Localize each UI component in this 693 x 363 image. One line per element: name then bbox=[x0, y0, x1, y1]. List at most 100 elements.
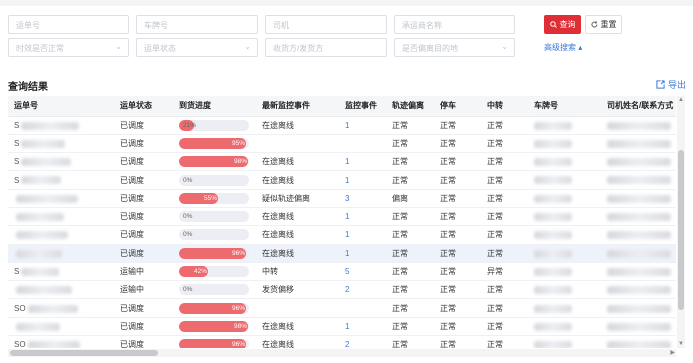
event-count-cell[interactable]: 1 bbox=[339, 207, 386, 227]
waybill-cell bbox=[8, 207, 114, 227]
event-count-cell[interactable]: 3 bbox=[339, 189, 386, 208]
plate-cell bbox=[528, 116, 601, 135]
redacted-text bbox=[534, 286, 572, 295]
progress-label: 96% bbox=[232, 341, 246, 348]
transfer-cell: 正常 bbox=[481, 189, 528, 208]
vertical-scrollbar[interactable]: ▲ ▼ bbox=[677, 96, 685, 348]
event-count-cell[interactable] bbox=[339, 134, 386, 154]
transfer-cell: 正常 bbox=[481, 280, 528, 300]
event-count-cell[interactable]: 1 bbox=[339, 170, 386, 190]
carrier-input[interactable]: 承运商名称 bbox=[394, 15, 515, 34]
event-count-cell[interactable]: 2 bbox=[339, 335, 386, 348]
parking-cell: 正常 bbox=[434, 335, 481, 348]
reset-button[interactable]: 重置 bbox=[585, 15, 622, 34]
event-count-cell[interactable] bbox=[339, 298, 386, 318]
plate-input[interactable]: 车牌号 bbox=[136, 15, 258, 34]
latest-event-cell: 发货偏移 bbox=[256, 280, 339, 300]
redacted-text bbox=[607, 158, 671, 167]
table-row[interactable]: S 已调度 21% 在途离线 1 正常 正常 正常 bbox=[8, 116, 676, 135]
table-row[interactable]: 已调度 55% 疑似轨迹偏离 3 偏离 正常 正常 bbox=[8, 189, 676, 208]
search-icon bbox=[549, 21, 557, 28]
redacted-text bbox=[16, 322, 60, 331]
deviation-cell: 正常 bbox=[386, 116, 434, 135]
event-count-cell[interactable]: 2 bbox=[339, 280, 386, 300]
scroll-up-icon[interactable]: ▲ bbox=[678, 97, 684, 103]
progress-cell: 96% bbox=[173, 244, 256, 263]
progress-bar: 96% bbox=[179, 247, 249, 259]
redacted-text bbox=[16, 286, 72, 295]
deviation-select[interactable]: 是否偏离目的地 ⌄ bbox=[394, 38, 515, 57]
table-row[interactable]: 已调度 0% 在途离线 1 正常 正常 正常 bbox=[8, 207, 676, 227]
waybill-cell: S bbox=[8, 170, 114, 190]
table-row[interactable]: SO 已调度 96% 在途离线 2 正常 正常 正常 bbox=[8, 335, 676, 348]
progress-cell: 98% bbox=[173, 152, 256, 172]
transfer-cell: 正常 bbox=[481, 225, 528, 245]
table-row[interactable]: S 已调度 95% 正常 正常 正常 bbox=[8, 134, 676, 154]
progress-cell: 21% bbox=[173, 116, 256, 135]
table-row[interactable]: S 运输中 42% 中转 5 正常 正常 异常 bbox=[8, 262, 676, 282]
driver-cell bbox=[601, 152, 676, 172]
advanced-search-link[interactable]: 高级搜索 ▴ bbox=[544, 42, 582, 53]
status-cell: 已调度 bbox=[114, 335, 173, 348]
status-select[interactable]: 运单状态 ⌄ bbox=[136, 38, 258, 57]
col-deviation: 轨迹偏离 bbox=[386, 96, 434, 117]
scroll-right-icon[interactable]: ▶ bbox=[670, 349, 675, 356]
redacted-text bbox=[534, 267, 572, 276]
latest-event-cell: 在途离线 bbox=[256, 244, 339, 263]
chevron-down-icon: ⌄ bbox=[501, 42, 508, 51]
progress-label: 0% bbox=[183, 213, 193, 221]
driver-cell bbox=[601, 170, 676, 190]
plate-cell bbox=[528, 335, 601, 348]
timeliness-select[interactable]: 时效是否正常 ⌄ bbox=[8, 38, 129, 57]
event-count-cell[interactable]: 1 bbox=[339, 244, 386, 263]
waybill-cell: S bbox=[8, 262, 114, 282]
export-icon bbox=[656, 80, 665, 89]
latest-event-cell bbox=[256, 298, 339, 318]
event-count-cell[interactable]: 1 bbox=[339, 116, 386, 135]
table-row[interactable]: S 已调度 98% 在途离线 1 正常 正常 正常 bbox=[8, 152, 676, 172]
col-waybill: 运单号 bbox=[8, 96, 114, 117]
redacted-text bbox=[534, 176, 572, 185]
scroll-thumb[interactable] bbox=[10, 350, 158, 356]
redacted-text bbox=[607, 231, 671, 240]
redacted-text bbox=[607, 286, 671, 295]
horizontal-scrollbar[interactable]: ▶ bbox=[8, 349, 676, 357]
progress-bar: 0% bbox=[179, 174, 249, 186]
table-row[interactable]: 已调度 96% 在途离线 1 正常 正常 正常 bbox=[8, 244, 676, 263]
scroll-down-icon[interactable]: ▼ bbox=[678, 341, 684, 347]
table-row[interactable]: 已调度 0% 在途离线 1 正常 正常 正常 bbox=[8, 225, 676, 245]
plate-cell bbox=[528, 298, 601, 318]
col-transfer: 中转 bbox=[481, 96, 528, 117]
transfer-cell: 正常 bbox=[481, 298, 528, 318]
table-row[interactable]: SO 已调度 96% 正常 正常 正常 bbox=[8, 298, 676, 318]
redacted-text bbox=[16, 249, 62, 258]
waybill-input[interactable]: 运单号 bbox=[8, 15, 129, 34]
driver-input[interactable]: 司机 bbox=[265, 15, 387, 34]
event-count-cell[interactable]: 1 bbox=[339, 225, 386, 245]
deviation-cell: 正常 bbox=[386, 225, 434, 245]
driver-cell bbox=[601, 335, 676, 348]
export-button[interactable]: 导出 bbox=[656, 78, 686, 91]
plate-cell bbox=[528, 134, 601, 154]
transfer-cell: 正常 bbox=[481, 207, 528, 227]
table-row[interactable]: 已调度 98% 在途离线 1 正常 正常 正常 bbox=[8, 317, 676, 337]
event-count-cell[interactable]: 5 bbox=[339, 262, 386, 282]
query-button[interactable]: 查询 bbox=[544, 15, 581, 34]
driver-cell bbox=[601, 280, 676, 300]
progress-cell: 0% bbox=[173, 225, 256, 245]
deviation-cell: 正常 bbox=[386, 244, 434, 263]
table-row[interactable]: S 已调度 0% 在途离线 1 正常 正常 正常 bbox=[8, 170, 676, 190]
status-cell: 已调度 bbox=[114, 225, 173, 245]
col-latest-event: 最新监控事件 bbox=[256, 96, 339, 117]
redacted-text bbox=[16, 231, 68, 240]
status-cell: 已调度 bbox=[114, 152, 173, 172]
redacted-text bbox=[534, 304, 572, 313]
scroll-thumb[interactable] bbox=[678, 150, 684, 310]
event-count-cell[interactable]: 1 bbox=[339, 152, 386, 172]
event-count-cell[interactable]: 1 bbox=[339, 317, 386, 337]
table-row[interactable]: 运输中 0% 发货偏移 2 正常 正常 正常 bbox=[8, 280, 676, 300]
progress-label: 0% bbox=[183, 286, 193, 294]
progress-cell: 55% bbox=[173, 189, 256, 208]
party-input[interactable]: 收货方/发货方 bbox=[265, 38, 387, 57]
waybill-cell: S bbox=[8, 116, 114, 135]
